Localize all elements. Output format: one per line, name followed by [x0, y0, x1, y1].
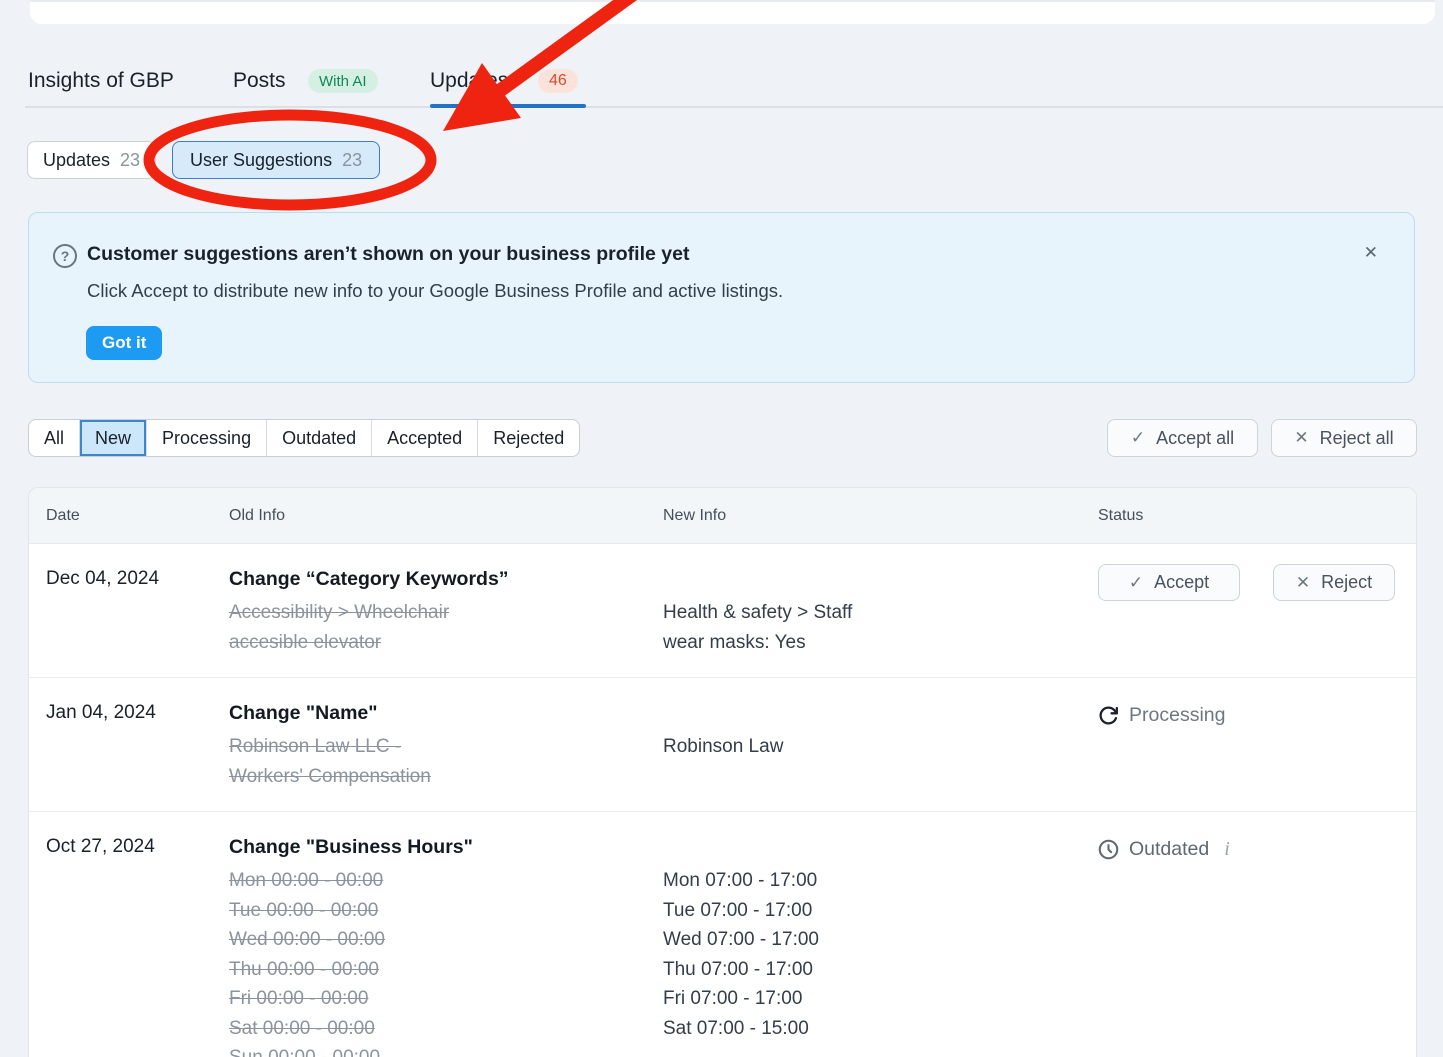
table-row: Oct 27, 2024 Change "Business Hours" Mon… — [29, 812, 1416, 1057]
table-header: Date Old Info New Info Status — [29, 488, 1416, 544]
filter-outdated[interactable]: Outdated — [267, 420, 372, 456]
banner-title: Customer suggestions aren’t shown on you… — [87, 243, 689, 266]
col-new-info: New Info — [663, 507, 1098, 525]
info-banner: ? Customer suggestions aren’t shown on y… — [28, 212, 1415, 383]
new-value-line: Robinson Law — [663, 732, 1098, 762]
filter-all[interactable]: All — [29, 420, 80, 456]
status-filter-group: All New Processing Outdated Accepted Rej… — [28, 419, 580, 457]
subtab-updates-label: Updates — [43, 150, 110, 171]
old-value-line: Thu 00:00 - 00:00 — [229, 955, 663, 985]
old-value-line: Robinson Law LLC - — [229, 732, 663, 762]
change-title: Change "Name" — [229, 698, 663, 728]
reject-button[interactable]: ✕ Reject — [1273, 564, 1395, 601]
row-date: Dec 04, 2024 — [46, 564, 229, 657]
row-old-info: Change “Category Keywords” Accessibility… — [229, 564, 663, 657]
status-label: Outdated — [1129, 838, 1209, 861]
new-value-line: Tue 07:00 - 17:00 — [663, 896, 1098, 926]
row-new-info: Robinson Law — [663, 698, 1098, 791]
table-row: Jan 04, 2024 Change "Name" Robinson Law … — [29, 678, 1416, 812]
tab-updates[interactable]: Updates — [430, 68, 508, 94]
row-old-info: Change "Name" Robinson Law LLC - Workers… — [229, 698, 663, 791]
suggestions-table: Date Old Info New Info Status Dec 04, 20… — [28, 487, 1417, 1057]
new-value-line: Wed 07:00 - 17:00 — [663, 925, 1098, 955]
row-status: Outdated i — [1098, 832, 1416, 1057]
filter-accepted[interactable]: Accepted — [372, 420, 478, 456]
old-value-line: Wed 00:00 - 00:00 — [229, 925, 663, 955]
check-icon: ✓ — [1131, 428, 1145, 448]
x-icon: ✕ — [1294, 428, 1308, 448]
new-value-line: Sat 07:00 - 15:00 — [663, 1014, 1098, 1044]
reject-all-button[interactable]: ✕ Reject all — [1271, 419, 1417, 457]
row-date: Oct 27, 2024 — [46, 832, 229, 1057]
reject-all-label: Reject all — [1320, 428, 1394, 449]
updates-count-badge: 46 — [538, 69, 578, 93]
info-icon[interactable]: i — [1224, 838, 1230, 861]
new-value-line: Mon 07:00 - 17:00 — [663, 866, 1098, 896]
new-value-line: wear masks: Yes — [663, 628, 1098, 658]
old-value-line: accesible elevator — [229, 628, 663, 658]
tab-insights-of-gbp[interactable]: Insights of GBP — [28, 68, 174, 94]
old-value-line: Tue 00:00 - 00:00 — [229, 896, 663, 926]
table-row: Dec 04, 2024 Change “Category Keywords” … — [29, 544, 1416, 678]
top-card-edge — [30, 0, 1435, 24]
accept-all-button[interactable]: ✓ Accept all — [1107, 419, 1258, 457]
old-value-line: Mon 00:00 - 00:00 — [229, 866, 663, 896]
check-icon: ✓ — [1129, 573, 1143, 593]
accept-label: Accept — [1154, 572, 1209, 593]
filter-rejected[interactable]: Rejected — [478, 420, 579, 456]
row-status: Processing — [1098, 698, 1416, 791]
row-date: Jan 04, 2024 — [46, 698, 229, 791]
x-icon: ✕ — [1296, 573, 1310, 593]
subtab-user-suggestions[interactable]: User Suggestions 23 — [172, 141, 380, 179]
new-value-line: Thu 07:00 - 17:00 — [663, 955, 1098, 985]
with-ai-badge: With AI — [308, 69, 378, 93]
old-value-line: Sat 00:00 - 00:00 — [229, 1014, 663, 1044]
subtab-updates[interactable]: Updates 23 — [27, 141, 156, 179]
new-value-line: Fri 07:00 - 17:00 — [663, 984, 1098, 1014]
accept-all-label: Accept all — [1156, 428, 1234, 449]
old-value-line: Accessibility > Wheelchair — [229, 598, 663, 628]
subtab-user-suggestions-count: 23 — [342, 150, 362, 171]
subtab-user-suggestions-label: User Suggestions — [190, 150, 332, 171]
filter-new[interactable]: New — [80, 420, 147, 456]
reject-label: Reject — [1321, 572, 1372, 593]
subtab-updates-count: 23 — [120, 150, 140, 171]
new-value-line: Health & safety > Staff — [663, 598, 1098, 628]
row-new-info: Health & safety > Staff wear masks: Yes — [663, 564, 1098, 657]
row-new-info: Mon 07:00 - 17:00 Tue 07:00 - 17:00 Wed … — [663, 832, 1098, 1057]
change-title: Change "Business Hours" — [229, 832, 663, 862]
tab-posts[interactable]: Posts — [233, 68, 286, 94]
col-status: Status — [1098, 507, 1416, 525]
change-title: Change “Category Keywords” — [229, 564, 663, 594]
accept-button[interactable]: ✓ Accept — [1098, 564, 1240, 601]
banner-description: Click Accept to distribute new info to y… — [87, 280, 783, 302]
old-value-line: Workers' Compensation — [229, 762, 663, 792]
col-old-info: Old Info — [229, 507, 663, 525]
page: Insights of GBP Posts With AI Updates 46… — [0, 0, 1443, 1057]
row-old-info: Change "Business Hours" Mon 00:00 - 00:0… — [229, 832, 663, 1057]
status-label: Processing — [1129, 704, 1225, 727]
got-it-button[interactable]: Got it — [86, 326, 162, 360]
filter-processing[interactable]: Processing — [147, 420, 267, 456]
col-date: Date — [46, 507, 229, 525]
refresh-icon — [1098, 705, 1119, 726]
clock-icon — [1098, 839, 1119, 860]
old-value-line: Fri 00:00 - 00:00 — [229, 984, 663, 1014]
close-icon[interactable]: ✕ — [1364, 243, 1378, 263]
tabs-divider — [25, 106, 1443, 108]
old-value-line: Sun 00:00 - 00:00 — [229, 1043, 663, 1057]
help-circle-icon: ? — [53, 244, 77, 268]
row-status: ✓ Accept ✕ Reject — [1098, 564, 1417, 657]
active-tab-indicator — [430, 104, 586, 108]
